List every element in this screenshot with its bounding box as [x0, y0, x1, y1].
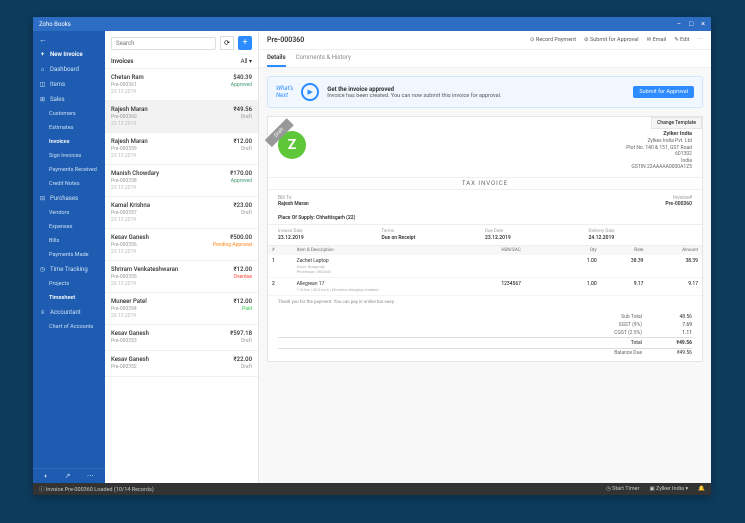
play-icon: ▶	[301, 83, 319, 101]
tax-invoice-title: TAX INVOICE	[268, 177, 702, 190]
sidebar-group[interactable]: ⊞Sales	[33, 92, 105, 107]
submit-approval-button[interactable]: Submit for Approval	[633, 86, 694, 98]
invoice-list-item[interactable]: Kesav Ganesh₹597.18 Pre-000353Draft	[105, 325, 258, 351]
tab-comments[interactable]: Comments & History	[296, 50, 351, 67]
sidebar-sub[interactable]: Credit Notes	[33, 177, 105, 191]
detail-action[interactable]: ⋯	[698, 37, 704, 43]
approval-banner: What's Next ▶ Get the invoice approved I…	[267, 76, 703, 108]
tab-details[interactable]: Details	[267, 50, 286, 67]
sidebar-item[interactable]: ◫Items	[33, 77, 105, 92]
back-icon[interactable]: ←	[39, 35, 47, 44]
banner-head: Get the invoice approved	[327, 86, 394, 93]
invoice-list-item[interactable]: Kamal Krishna₹23.00 Pre-000357Draft 23.1…	[105, 197, 258, 229]
sidebar-sub[interactable]: Bills	[33, 234, 105, 248]
sidebar-sub[interactable]: Estimates	[33, 121, 105, 135]
maximize-icon[interactable]: □	[689, 20, 693, 28]
minimize-icon[interactable]: −	[677, 20, 681, 28]
banner-body: Invoice has been created. You can now su…	[327, 93, 501, 99]
sidebar-bottom: ◐ ↗ ⋯	[33, 468, 105, 483]
place-of-supply: Place Of Supply: Chhattisgarh (22)	[268, 212, 702, 225]
sb-bottom-2[interactable]: ↗	[65, 472, 71, 480]
start-timer[interactable]: ◷ Start Timer	[606, 486, 640, 492]
table-row: 2Allegrean 17110 lbs | 43.0 inch | Wirel…	[268, 277, 702, 295]
org-switcher[interactable]: ▣ Zylker India ▾	[649, 486, 688, 492]
invoice-list-item[interactable]: Kesav Ganesh₹500.00 Pre-000356Pending Ap…	[105, 229, 258, 261]
invoice-list-panel: ⟳ + Invoices All ▾ Chetan Ram$40.39 Pre-…	[105, 31, 259, 483]
invoice-list-item[interactable]: Chetan Ram$40.39 Pre-000361Approved 23.1…	[105, 69, 258, 101]
company-info: Zylker India Zylkes India Pvt. Ltd Plot …	[626, 131, 692, 171]
invoice-preview: Change Template Draft Z Zylker India Zyl…	[267, 116, 703, 362]
detail-action[interactable]: ✎ Edit	[674, 37, 689, 43]
sidebar-sub[interactable]: Projects	[33, 277, 105, 291]
close-icon[interactable]: ×	[701, 20, 705, 28]
statusbar: ⓘ Invoice Pre-000360 Loaded (10/14 Recor…	[33, 483, 711, 495]
sidebar-group[interactable]: ⊟Purchases	[33, 191, 105, 206]
invoice-list-item[interactable]: Rajesh Maran₹12.00 Pre-000359Draft 23.12…	[105, 133, 258, 165]
sidebar-sub[interactable]: Chart of Accounts	[33, 320, 105, 334]
sidebar-group[interactable]: ◷Time Tracking	[33, 262, 105, 277]
sidebar-sub[interactable]: Customers	[33, 107, 105, 121]
sidebar: ← +New Invoice ⌂Dashboard◫Items⊞SalesCus…	[33, 31, 105, 483]
sidebar-sub[interactable]: Timesheet	[33, 291, 105, 305]
whats-next-label: What's Next	[276, 85, 293, 99]
add-button[interactable]: +	[238, 36, 252, 50]
list-title: Invoices	[111, 58, 133, 65]
line-items-table: #Item & DescriptionHSN/SACQtyRateAmount …	[268, 246, 702, 296]
invoice-list-item[interactable]: Muneer Patel₹12.00 Pre-000354Paid 20.12.…	[105, 293, 258, 325]
titlebar: Zoho Books − □ ×	[33, 17, 711, 31]
list-filter[interactable]: All ▾	[241, 58, 252, 65]
refresh-button[interactable]: ⟳	[220, 36, 234, 50]
detail-action[interactable]: ⊘ Submit for Approval	[584, 37, 639, 43]
status-left: ⓘ Invoice Pre-000360 Loaded (10/14 Recor…	[39, 485, 154, 493]
new-invoice-button[interactable]: +New Invoice	[33, 47, 105, 62]
detail-action[interactable]: ⊙ Record Payment	[530, 37, 576, 43]
sidebar-sub[interactable]: Invoices	[33, 135, 105, 149]
detail-title: Pre-000360	[267, 36, 304, 44]
sidebar-sub[interactable]: Payments Made	[33, 248, 105, 262]
sidebar-group[interactable]: ≡Accountant	[33, 305, 105, 320]
change-template-button[interactable]: Change Template	[651, 117, 702, 129]
sidebar-sub[interactable]: Sign Invoices	[33, 149, 105, 163]
search-input[interactable]	[111, 37, 216, 50]
sidebar-sub[interactable]: Expenses	[33, 220, 105, 234]
sb-bottom-1[interactable]: ◐	[44, 472, 48, 480]
sidebar-item[interactable]: ⌂Dashboard	[33, 62, 105, 77]
sidebar-sub[interactable]: Payments Received	[33, 163, 105, 177]
bell-icon[interactable]: 🔔	[698, 486, 705, 492]
invoice-list-item[interactable]: Rajesh Maran₹49.56 Pre-000360Draft 23.12…	[105, 101, 258, 133]
sb-bottom-3[interactable]: ⋯	[87, 472, 94, 480]
table-row: 1Zachet LaptopColor: BurgundyProcessor: …	[268, 255, 702, 278]
invoice-list-item[interactable]: Kesav Ganesh₹22.00 Pre-000352Draft	[105, 351, 258, 377]
detail-panel: Pre-000360 ⊙ Record Payment ⊘ Submit for …	[259, 31, 711, 483]
invoice-list-item[interactable]: Manish Chowdary₹170.00 Pre-000358Approve…	[105, 165, 258, 197]
sidebar-sub[interactable]: Vendors	[33, 206, 105, 220]
app-title: Zoho Books	[39, 21, 71, 28]
thanks-note: Thank you for the payment. You can pay i…	[268, 296, 702, 309]
detail-action[interactable]: ✉ Email	[647, 37, 667, 43]
invoice-list-item[interactable]: Shriram Venkateshwaran₹12.00 Pre-000355O…	[105, 261, 258, 293]
